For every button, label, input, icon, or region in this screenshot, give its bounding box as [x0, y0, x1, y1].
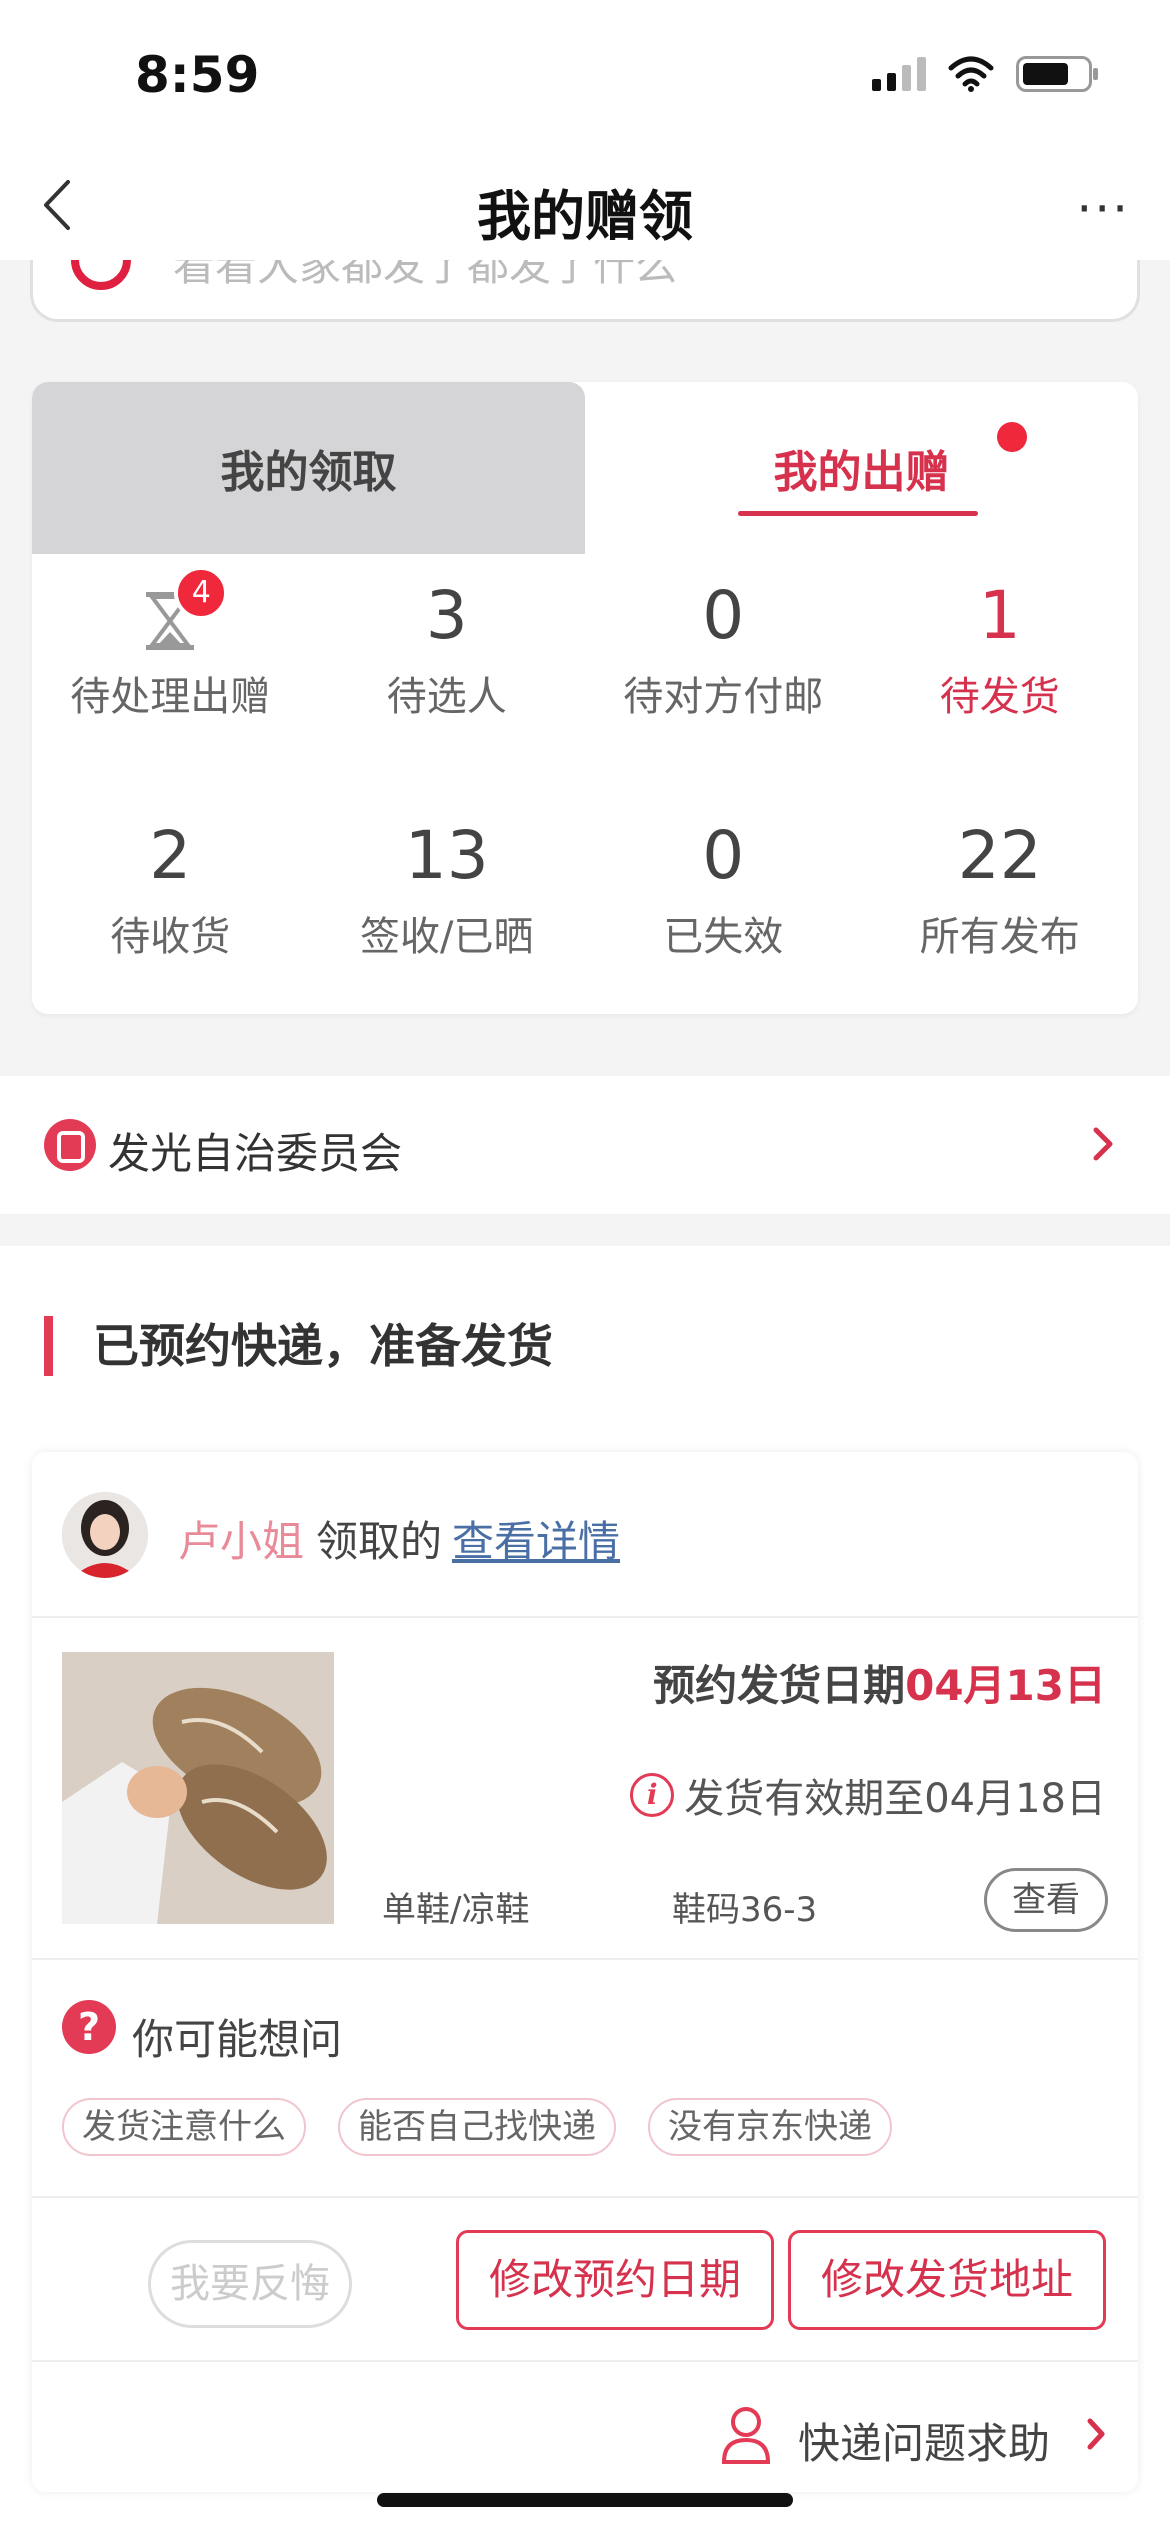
stat-value: 0	[702, 577, 745, 654]
wifi-icon	[948, 56, 994, 92]
faq-chip[interactable]: 发货注意什么	[62, 2098, 306, 2156]
user-line: 卢小姐 领取的 查看详情	[178, 1508, 620, 1569]
stat-value: 3	[425, 577, 468, 654]
status-time: 8:59	[135, 46, 260, 104]
main-section: 已预约快递，准备发货 卢小姐 领取的 查看详情 预约发货日期04月13日 i 发…	[0, 1246, 1170, 2532]
tab-label: 我的出赠	[773, 447, 950, 498]
regret-button[interactable]: 我要反悔	[148, 2240, 352, 2328]
order-product-row: 预约发货日期04月13日 i 发货有效期至04月18日 单鞋/凉鞋 鞋码36-3…	[32, 1620, 1138, 1960]
chevron-right-icon	[1093, 1127, 1113, 1161]
stat-expired[interactable]: 0 已失效	[585, 794, 862, 1014]
faq-row: ? 你可能想问 发货注意什么 能否自己找快递 没有京东快递	[32, 1962, 1138, 2198]
user-name: 卢小姐	[178, 1517, 305, 1566]
stat-await-postage[interactable]: 0 待对方付邮	[585, 554, 862, 794]
stat-label: 待处理出赠	[70, 674, 271, 720]
change-address-button[interactable]: 修改发货地址	[788, 2230, 1106, 2330]
notification-dot	[997, 422, 1027, 452]
stat-label: 已失效	[663, 914, 784, 960]
home-indicator[interactable]	[377, 2493, 793, 2507]
more-icon[interactable]: ···	[1076, 180, 1130, 238]
committee-row[interactable]: 发光自治委员会	[0, 1076, 1170, 1214]
stat-value: 0	[702, 817, 745, 894]
person-icon	[721, 2407, 771, 2464]
stats-card: 我的领取 我的出赠 4 待处理出赠 3 待选人 0 待对方付邮 1 待发货 2 …	[32, 382, 1138, 1014]
ship-date-label: 预约发货日期	[653, 1661, 906, 1710]
search-bar[interactable]: 看看大家都发了都发了什么	[30, 260, 1140, 322]
stat-label: 所有发布	[919, 914, 1080, 960]
stat-value: 22	[957, 817, 1042, 894]
product-size: 鞋码36-3	[672, 1890, 818, 1930]
count-badge: 4	[174, 566, 229, 620]
view-button[interactable]: 查看	[984, 1868, 1108, 1932]
stat-label: 待选人	[386, 674, 507, 720]
battery-icon	[1016, 56, 1098, 92]
valid-until: i 发货有效期至04月18日	[630, 1766, 1106, 1824]
faq-chip[interactable]: 能否自己找快递	[338, 2098, 616, 2156]
hourglass-icon: 4	[140, 566, 229, 654]
tab-my-give[interactable]: 我的出赠	[585, 382, 1138, 554]
stat-label: 待发货	[939, 674, 1060, 720]
faq-chips: 发货注意什么 能否自己找快递 没有京东快递	[62, 2098, 892, 2156]
stat-signed[interactable]: 13 签收/已晒	[309, 794, 586, 1014]
tab-my-receive[interactable]: 我的领取	[32, 382, 585, 554]
search-placeholder: 看看大家都发了都发了什么	[173, 260, 678, 290]
user-action: 领取的	[316, 1517, 443, 1566]
valid-until-text: 发货有效期至04月18日	[684, 1776, 1106, 1822]
page-title: 我的赠领	[477, 185, 693, 248]
stat-pending-give[interactable]: 4 待处理出赠	[32, 554, 309, 794]
stat-label: 待收货	[110, 914, 231, 960]
stat-label: 待对方付邮	[623, 674, 824, 720]
change-date-button[interactable]: 修改预约日期	[456, 2230, 774, 2330]
product-category: 单鞋/凉鞋	[382, 1890, 530, 1930]
actions-row: 我要反悔 修改预约日期 修改发货地址	[32, 2200, 1138, 2362]
info-icon: i	[630, 1773, 675, 1817]
question-icon: ?	[62, 2000, 116, 2054]
committee-icon	[44, 1119, 96, 1171]
stat-to-ship[interactable]: 1 待发货	[862, 554, 1139, 794]
product-image[interactable]	[62, 1652, 334, 1924]
tab-label: 我的领取	[220, 447, 397, 498]
stat-label: 签收/已晒	[360, 914, 534, 960]
chevron-right-icon	[1087, 2418, 1105, 2450]
help-label: 快递问题求助	[798, 2419, 1051, 2468]
ship-date: 预约发货日期04月13日	[653, 1652, 1106, 1713]
help-row[interactable]: 快递问题求助	[32, 2364, 1138, 2492]
order-card: 卢小姐领取的查看详情 预约发货日期04月13日 i 发货有效期至04月18日	[32, 1452, 1138, 2492]
tab-underline	[738, 511, 978, 516]
stat-value: 13	[404, 817, 489, 894]
status-bar: 8:59	[0, 0, 1170, 150]
stat-value: 2	[149, 817, 192, 894]
avatar[interactable]	[62, 1492, 148, 1578]
committee-label: 发光自治委员会	[108, 1129, 403, 1178]
order-user-row: 卢小姐 领取的 查看详情	[32, 1452, 1138, 1618]
nav-bar: 我的赠领 ···	[0, 150, 1170, 260]
stat-select-person[interactable]: 3 待选人	[309, 554, 586, 794]
faq-chip[interactable]: 没有京东快递	[648, 2098, 892, 2156]
stat-value: 1	[978, 577, 1021, 654]
tab-bar: 我的领取 我的出赠	[32, 382, 1138, 554]
faq-title: 你可能想问	[132, 2015, 343, 2064]
view-detail-link[interactable]: 查看详情	[452, 1517, 620, 1566]
stat-all-posts[interactable]: 22 所有发布	[862, 794, 1139, 1014]
search-icon	[71, 260, 131, 290]
status-icons	[872, 56, 1098, 92]
signal-icon	[872, 57, 926, 91]
section-title: 已预约快递，准备发货	[44, 1316, 553, 1376]
stat-to-receive[interactable]: 2 待收货	[32, 794, 309, 1014]
ship-date-value: 04月13日	[905, 1661, 1106, 1710]
stats-grid: 4 待处理出赠 3 待选人 0 待对方付邮 1 待发货 2 待收货 13 签收/…	[32, 554, 1138, 1014]
